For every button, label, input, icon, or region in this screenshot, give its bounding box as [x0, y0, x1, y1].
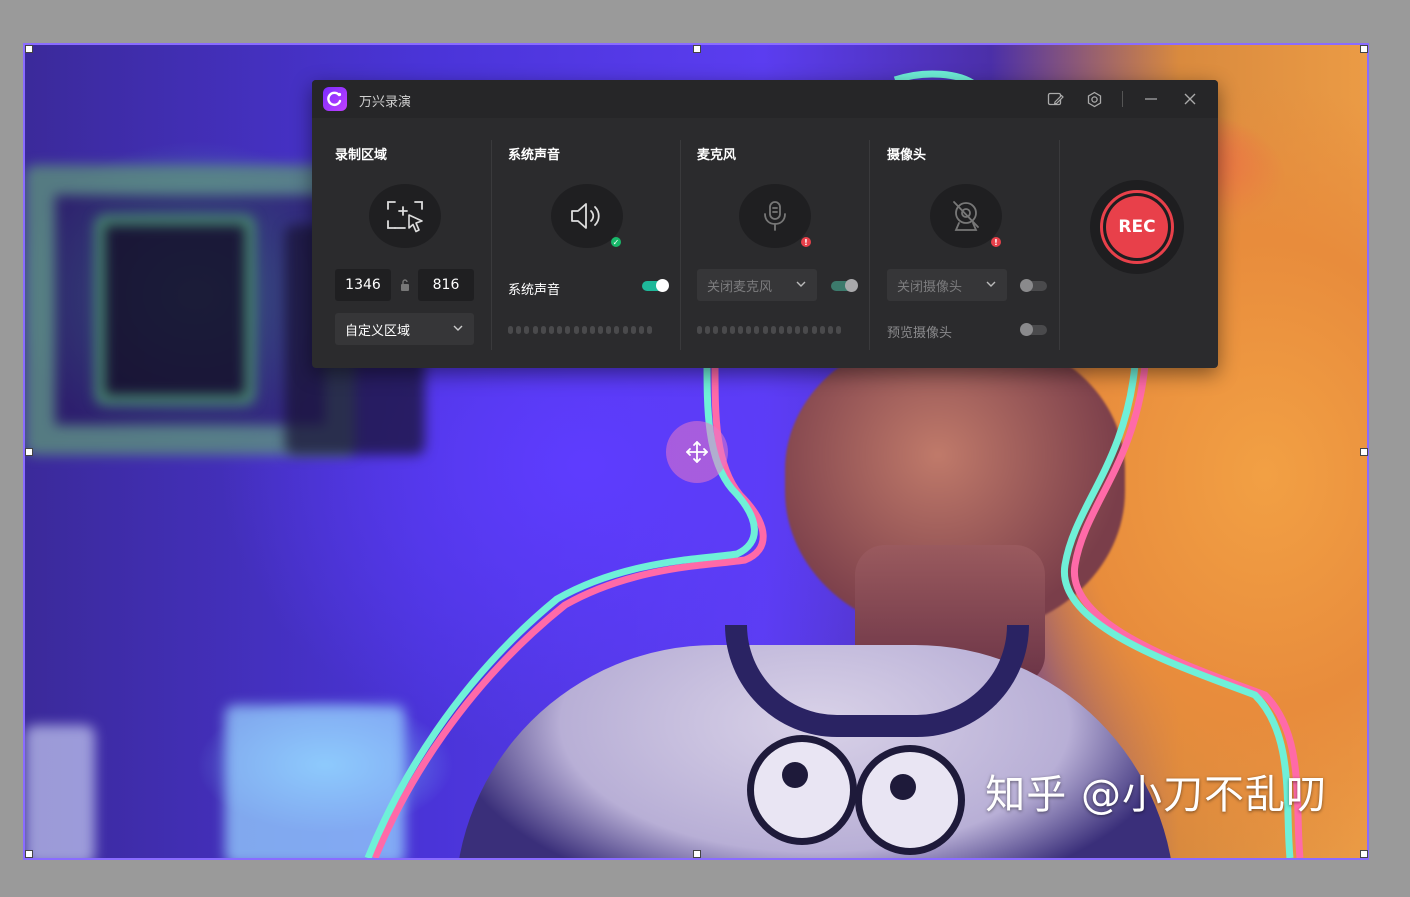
chevron-down-icon: [986, 281, 996, 287]
resize-handle-bottom-right[interactable]: [1360, 850, 1368, 858]
resize-handle-bottom[interactable]: [693, 850, 701, 858]
region-select-icon: [387, 201, 423, 233]
microphone-select-value: 关闭麦克风: [707, 279, 773, 295]
region-mode-select[interactable]: 自定义区域: [335, 313, 474, 345]
resize-handle-bottom-left[interactable]: [25, 850, 33, 858]
edit-note-button[interactable]: [1045, 89, 1065, 109]
region-select-button[interactable]: [369, 184, 441, 248]
resize-handle-right[interactable]: [1360, 448, 1368, 456]
resize-handle-top-left[interactable]: [25, 45, 33, 53]
app-logo-icon: [327, 91, 342, 107]
status-ok-badge: ✓: [611, 237, 621, 247]
close-icon: [1184, 93, 1196, 105]
region-mode-value: 自定义区域: [345, 323, 411, 339]
camera-select[interactable]: 关闭摄像头: [887, 269, 1007, 301]
system-audio-level-meter: [508, 326, 653, 334]
title-bar[interactable]: 万兴录演: [312, 80, 1218, 118]
watermark-text: 知乎 @小刀不乱叨: [985, 772, 1327, 818]
chevron-down-icon: [453, 325, 463, 331]
camera-button[interactable]: !: [930, 184, 1002, 248]
system-audio-section: 系统声音 ✓ 系统声音: [492, 118, 680, 368]
camera-section: 摄像头 ! 关闭摄像头 预览摄像头: [870, 118, 1059, 368]
region-section: 录制区域 1346 816 自定义区域: [312, 118, 491, 368]
system-audio-button[interactable]: ✓: [551, 184, 623, 248]
minimize-icon: [1145, 98, 1157, 100]
camera-title: 摄像头: [887, 148, 927, 163]
settings-button[interactable]: [1084, 89, 1104, 109]
microphone-toggle[interactable]: [831, 279, 858, 292]
move-arrows-icon: [686, 441, 708, 463]
microphone-section: 麦克风 ! 关闭麦克风: [681, 118, 869, 368]
resize-handle-top[interactable]: [693, 45, 701, 53]
close-button[interactable]: [1180, 89, 1200, 109]
settings-gear-icon: [1087, 91, 1101, 107]
status-error-badge: !: [801, 237, 811, 247]
titlebar-separator: [1122, 91, 1123, 107]
camera-preview-toggle[interactable]: [1020, 323, 1047, 336]
rec-button-ring: REC: [1100, 190, 1174, 264]
system-audio-title: 系统声音: [508, 148, 561, 163]
camera-select-value: 关闭摄像头: [897, 279, 963, 295]
microphone-level-meter: [697, 326, 842, 334]
region-height-input[interactable]: 816: [418, 269, 474, 301]
resize-handle-top-right[interactable]: [1360, 45, 1368, 53]
camera-toggle[interactable]: [1020, 279, 1047, 292]
microphone-button[interactable]: !: [739, 184, 811, 248]
system-audio-toggle-label: 系统声音: [508, 283, 561, 298]
region-width-input[interactable]: 1346: [335, 269, 391, 301]
speaker-icon: [571, 203, 600, 229]
record-button[interactable]: REC: [1106, 196, 1168, 258]
microphone-icon: [764, 201, 786, 231]
resize-handle-left[interactable]: [25, 448, 33, 456]
recorder-window: 万兴录演 录制区域 1346 816 自定义区域 系统声音 ✓ 系统声音 麦克风…: [312, 80, 1218, 368]
status-error-badge: !: [991, 237, 1001, 247]
app-logo: [323, 87, 347, 111]
microphone-title: 麦克风: [697, 148, 737, 163]
edit-note-icon: [1047, 92, 1064, 105]
camera-off-icon: [953, 201, 979, 231]
minimize-button[interactable]: [1141, 89, 1161, 109]
section-divider: [1059, 140, 1060, 350]
app-title: 万兴录演: [359, 95, 412, 110]
aspect-lock-icon[interactable]: [399, 278, 411, 292]
region-section-title: 录制区域: [335, 148, 388, 163]
rec-button-container: REC: [1090, 180, 1184, 274]
camera-preview-label: 预览摄像头: [887, 326, 953, 341]
chevron-down-icon: [796, 281, 806, 287]
move-handle[interactable]: [666, 421, 728, 483]
microphone-select[interactable]: 关闭麦克风: [697, 269, 817, 301]
system-audio-toggle[interactable]: [642, 279, 669, 292]
